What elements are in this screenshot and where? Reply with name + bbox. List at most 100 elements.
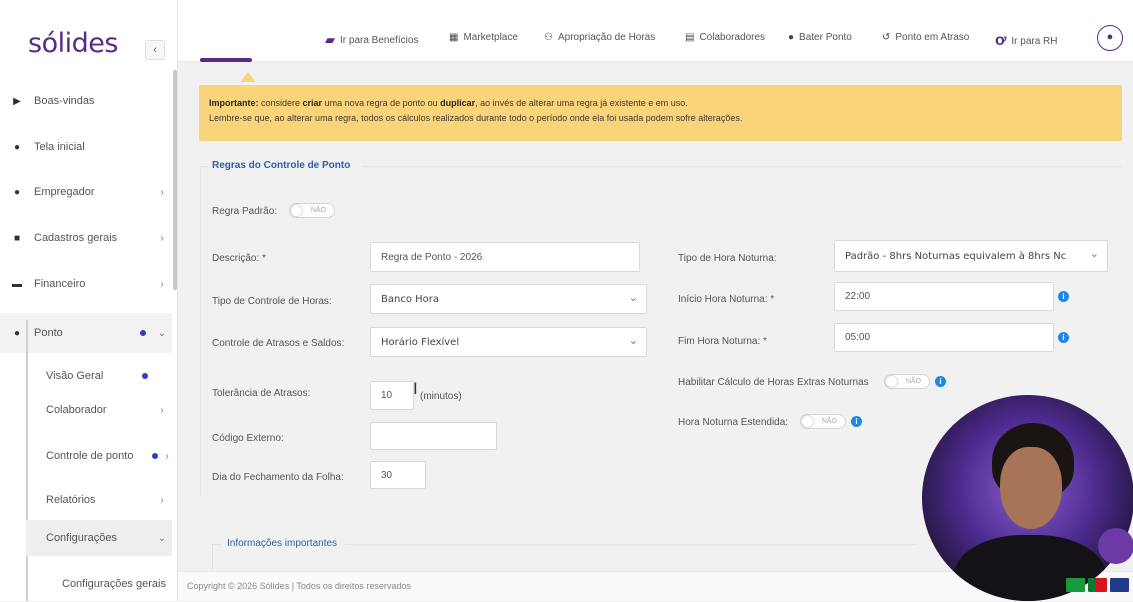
chevron-right-icon: › <box>160 232 164 244</box>
sidebar-subitem-configuracoes[interactable]: Configurações ⌄ <box>26 520 172 556</box>
warning-alert: Importante: considere criar uma nova reg… <box>199 85 1122 141</box>
codigo-externo-input[interactable] <box>370 422 497 450</box>
tolerancia-input[interactable]: 10 <box>370 381 414 410</box>
sidebar-item-boas-vindas[interactable]: ▶ Boas-vindas <box>0 81 172 121</box>
topbar-item-label: Marketplace <box>463 32 518 43</box>
habilitar-extras-noturnas-toggle[interactable]: NÃO <box>884 374 930 389</box>
sidebar-item-financeiro[interactable]: ▬ Financeiro › <box>0 264 172 304</box>
topbar-item-label: Ir para RH <box>1011 35 1058 47</box>
descricao-label: Descrição: * <box>212 253 266 264</box>
tipo-hora-noturna-value: Padrão - 8hrs Noturnas equivalem à 8hrs … <box>845 250 1067 262</box>
active-tab-indicator <box>200 58 252 62</box>
history-icon: ↺ <box>882 32 891 43</box>
regra-padrao-label: Regra Padrão: <box>212 206 278 217</box>
sidebar: sólides ‹ ▶ Boas-vindas ● Tela inicial ●… <box>0 0 178 601</box>
text-cursor-icon: I <box>413 379 418 398</box>
solides-logo[interactable]: sólides <box>28 28 118 59</box>
hora-noturna-estendida-label: Hora Noturna Estendida: <box>678 417 789 428</box>
flag-uk-icon[interactable] <box>1110 578 1129 592</box>
sidebar-subitem-label: Configurações gerais <box>62 578 166 590</box>
sidebar-item-label: Tela inicial <box>34 141 85 153</box>
webcam-overlay <box>922 395 1133 601</box>
tipo-hora-noturna-select[interactable]: Padrão - 8hrs Noturnas equivalem à 8hrs … <box>834 240 1108 272</box>
user-circle-icon: ● <box>13 186 21 198</box>
topbar-apropriacao-de-horas[interactable]: ⚇ Apropriação de Horas <box>544 32 655 43</box>
chevron-left-icon[interactable]: ‹ <box>145 40 165 60</box>
flag-portugal-icon[interactable] <box>1088 578 1107 592</box>
chat-fab-button[interactable] <box>1098 528 1133 564</box>
users-icon: ⚇ <box>544 32 553 43</box>
inicio-hora-noturna-input[interactable]: 22:00 <box>834 282 1054 311</box>
sidebar-subitem-relatorios[interactable]: Relatórios › <box>26 486 172 514</box>
info-icon[interactable]: i <box>1058 332 1069 343</box>
topbar-ir-para-rh[interactable]: ơ Ir para RH <box>995 32 1058 50</box>
chevron-right-icon: › <box>160 186 164 198</box>
sidebar-subitem-visao-geral[interactable]: Visão Geral <box>26 362 172 390</box>
controle-atrasos-value: Horário Flexível <box>381 336 460 348</box>
info-icon[interactable]: i <box>851 416 862 427</box>
sidebar-subitem-label: Configurações <box>46 532 117 544</box>
notification-dot <box>142 373 148 379</box>
flag-brazil-icon[interactable] <box>1066 578 1085 592</box>
sidebar-subitem-label: Colaborador <box>46 404 107 416</box>
sidebar-subitem-configuracoes-gerais[interactable]: Configurações gerais <box>26 566 172 602</box>
user-avatar-icon[interactable]: ● <box>1097 25 1123 51</box>
info-section-title: Informações importantes <box>227 538 338 549</box>
topbar-item-label: Colaboradores <box>699 32 766 43</box>
sidebar-item-label: Ponto <box>34 327 63 339</box>
topbar-bater-ponto[interactable]: ● Bater Ponto <box>788 32 852 43</box>
plus-square-icon: ■ <box>13 232 21 244</box>
chevron-right-icon: › <box>160 494 164 506</box>
info-icon[interactable]: i <box>935 376 946 387</box>
inicio-hora-noturna-label: Início Hora Noturna: * <box>678 294 775 305</box>
regra-padrao-toggle[interactable]: NÃO <box>289 203 335 218</box>
topbar-ponto-em-atraso[interactable]: ↺ Ponto em Atraso <box>882 32 969 43</box>
presenter-face <box>1000 447 1062 529</box>
hora-noturna-estendida-toggle[interactable]: NÃO <box>800 414 846 429</box>
sidebar-item-empregador[interactable]: ● Empregador › <box>0 172 172 212</box>
chevron-down-icon: ⌄ <box>157 532 167 544</box>
info-icon[interactable]: i <box>1058 291 1069 302</box>
dia-fechamento-label: Dia do Fechamento da Folha: <box>212 472 344 483</box>
notification-dot <box>152 453 158 459</box>
sidebar-item-tela-inicial[interactable]: ● Tela inicial <box>0 127 172 167</box>
sidebar-subitem-controle-de-ponto[interactable]: Controle de ponto › <box>26 438 172 474</box>
sidebar-item-cadastros-gerais[interactable]: ■ Cadastros gerais › <box>0 218 172 258</box>
sidebar-item-label: Cadastros gerais <box>34 232 118 244</box>
topbar-marketplace[interactable]: ▦ Marketplace <box>449 32 518 43</box>
controle-atrasos-select[interactable]: Horário Flexível <box>370 327 647 357</box>
id-card-icon: ▤ <box>685 32 695 43</box>
play-icon: ▶ <box>13 95 21 107</box>
chevron-right-icon: › <box>160 404 164 416</box>
sidebar-subitem-label: Visão Geral <box>46 370 104 382</box>
sidebar-scrollbar[interactable] <box>173 70 177 290</box>
clock-icon: ● <box>788 32 795 43</box>
tipo-controle-select[interactable]: Banco Hora <box>370 284 647 314</box>
clock-icon: ● <box>13 327 21 339</box>
codigo-externo-label: Código Externo: <box>212 433 284 444</box>
info-icon: ● <box>13 141 21 153</box>
tipo-controle-label: Tipo de Controle de Horas: <box>212 296 332 307</box>
topbar-item-label: Apropriação de Horas <box>557 32 656 43</box>
dia-fechamento-input[interactable]: 30 <box>370 461 426 489</box>
alert-line-2: Lembre-se que, ao alterar uma regra, tod… <box>209 113 743 123</box>
topbar-item-label: Bater Ponto <box>799 32 852 43</box>
topbar-colaboradores[interactable]: ▤ Colaboradores <box>685 32 765 43</box>
notification-dot <box>140 330 146 336</box>
section-frame <box>200 166 208 496</box>
topbar-ir-para-beneficios[interactable]: ▰ Ir para Benefícios <box>325 32 418 48</box>
section-divider <box>362 166 1122 167</box>
sidebar-item-label: Empregador <box>34 186 95 198</box>
tolerancia-label: Tolerância de Atrasos: <box>212 388 311 399</box>
topbar-item-label: Ponto em Atraso <box>895 32 970 43</box>
megaphone-icon: ▰ <box>325 32 335 47</box>
sidebar-item-label: Financeiro <box>34 278 86 290</box>
sidebar-subitem-colaborador[interactable]: Colaborador › <box>26 396 172 424</box>
top-navbar <box>178 0 1133 62</box>
fim-hora-noturna-input[interactable]: 05:00 <box>834 323 1054 352</box>
sidebar-item-label: Boas-vindas <box>34 95 95 107</box>
topbar-item-label: Ir para Benefícios <box>340 34 419 46</box>
chevron-right-icon: › <box>160 278 164 290</box>
descricao-input[interactable]: Regra de Ponto - 2026 <box>370 242 640 272</box>
info-section-divider <box>345 544 915 545</box>
